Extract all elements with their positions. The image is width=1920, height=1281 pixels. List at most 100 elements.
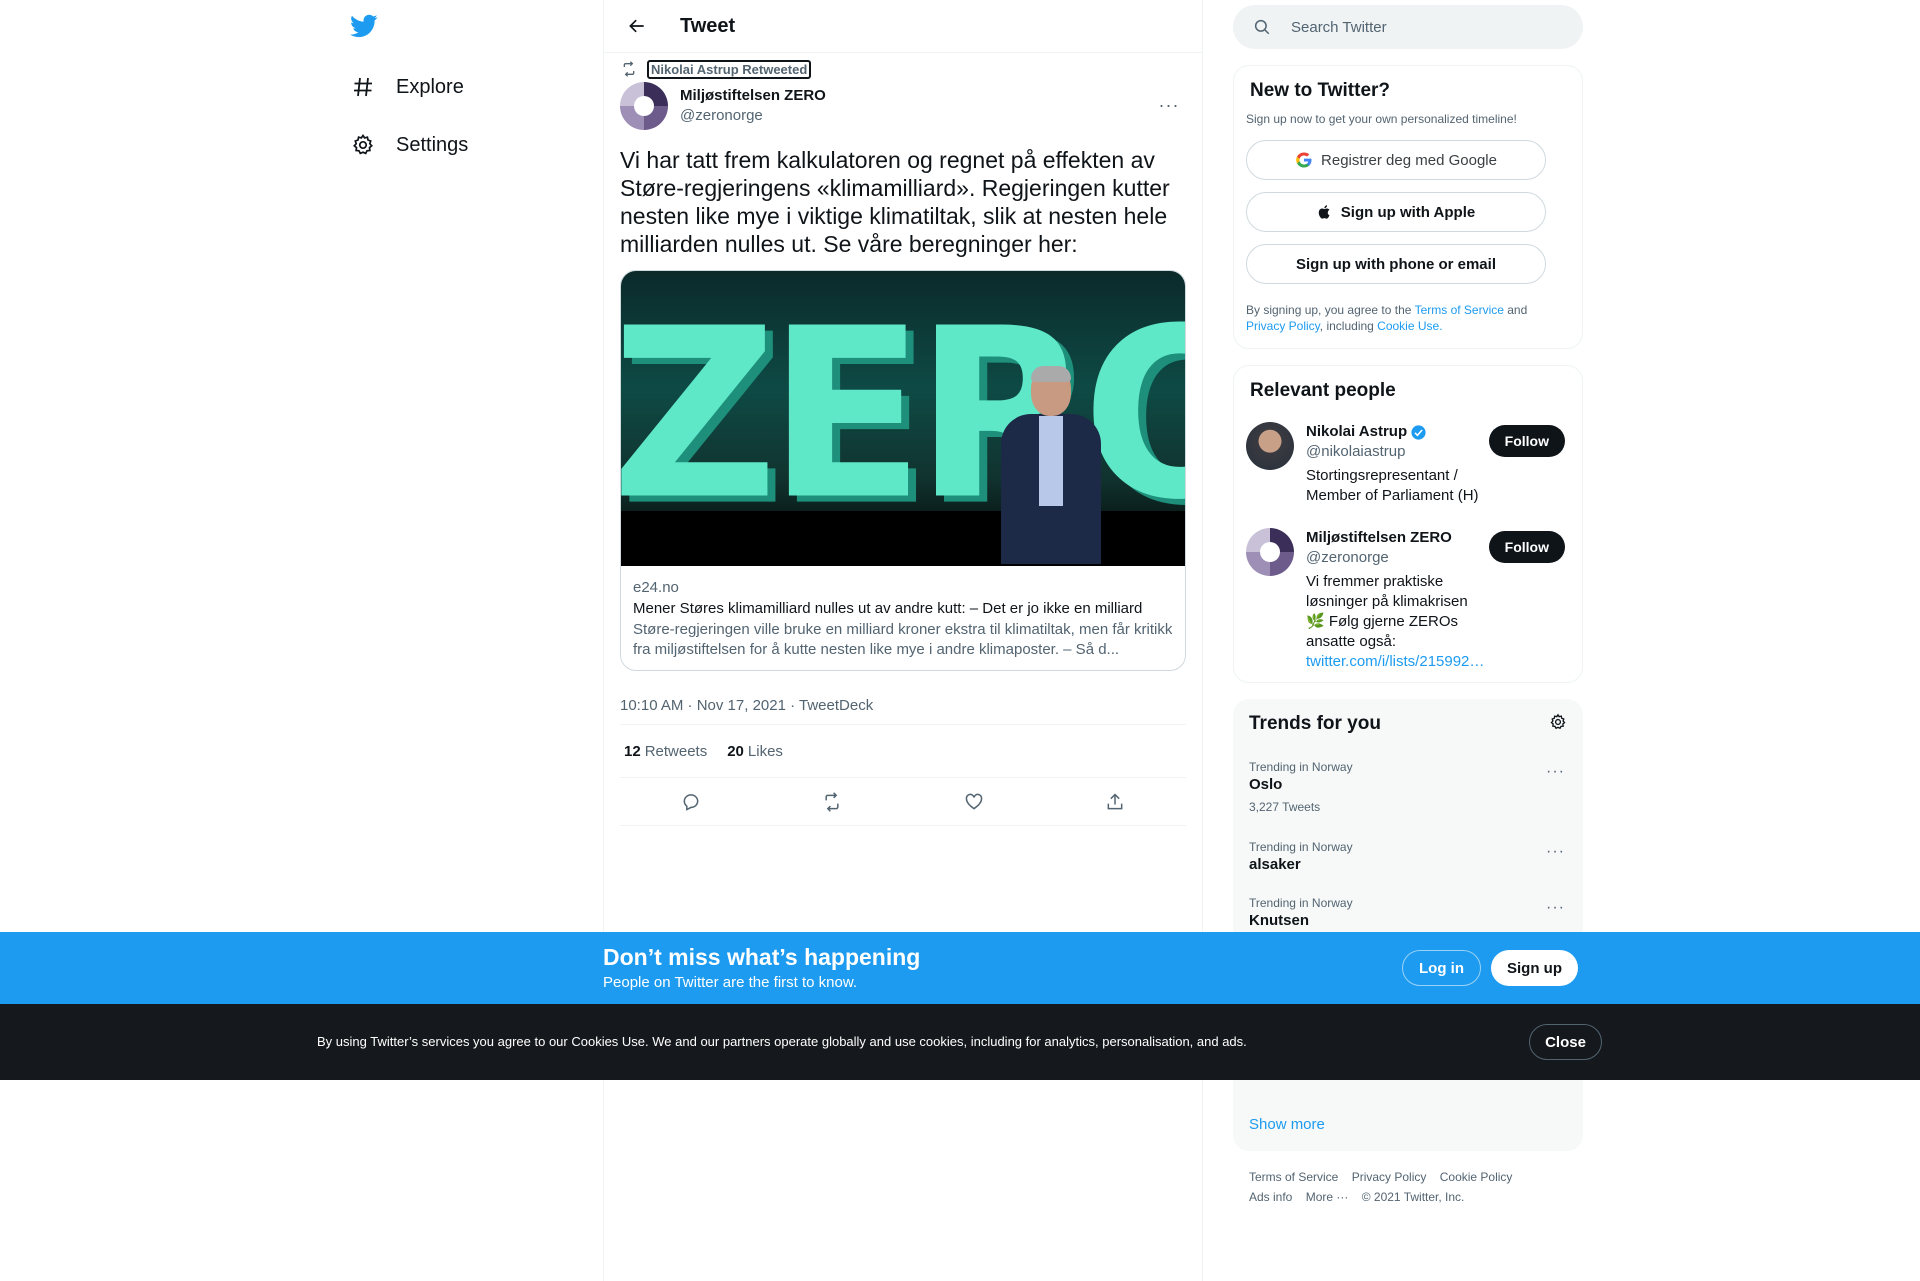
footer-more-link[interactable]: More ··· <box>1306 1190 1349 1204</box>
footer-links: Terms of Service Privacy Policy Cookie P… <box>1233 1151 1583 1207</box>
apple-icon <box>1317 203 1333 221</box>
tweet-timestamp[interactable]: 10:10 AM · Nov 17, 2021 · TweetDeck <box>620 687 1186 725</box>
tweet-actions <box>620 778 1186 826</box>
like-count[interactable]: 20 <box>727 743 744 760</box>
search-input[interactable] <box>1291 18 1531 36</box>
tweet-author: Miljøstiftelsen ZERO @zeronorge ··· <box>620 80 1186 132</box>
trend-name: Oslo <box>1249 776 1283 793</box>
author-name[interactable]: Miljøstiftelsen ZERO <box>680 86 826 106</box>
page-header: Tweet <box>604 0 1202 53</box>
card-domain: e24.no <box>633 579 679 596</box>
share-icon[interactable] <box>1097 784 1133 820</box>
trend-context: Trending in Norway <box>1249 760 1353 774</box>
main-column: Tweet Nikolai Astrup Retweeted Miljøstif… <box>603 0 1203 1281</box>
gear-icon[interactable] <box>1549 713 1567 736</box>
banner-subtitle: People on Twitter are the first to know. <box>603 974 858 991</box>
phone-email-signup-label: Sign up with phone or email <box>1295 255 1496 273</box>
more-options-icon[interactable]: ··· <box>1546 843 1565 861</box>
author-handle[interactable]: @zeronorge <box>680 106 826 126</box>
trends-panel: Trends for you Trending in Norway Oslo 3… <box>1233 699 1583 1151</box>
hashtag-icon <box>350 74 376 100</box>
footer-terms-link[interactable]: Terms of Service <box>1249 1170 1338 1184</box>
terms-including-text: , including <box>1319 319 1378 333</box>
person-handle[interactable]: @zeronorge <box>1306 548 1481 568</box>
show-more-link[interactable]: Show more <box>1249 1116 1325 1133</box>
trend-name: Knutsen <box>1249 912 1309 929</box>
phone-email-signup-button[interactable]: Sign up with phone or email <box>1246 244 1546 284</box>
reply-icon[interactable] <box>673 784 709 820</box>
nav-explore-label: Explore <box>396 75 464 98</box>
terms-and-text: and <box>1503 303 1528 317</box>
terms-text: By signing up, you agree to the <box>1246 303 1415 317</box>
retweet-icon <box>621 61 637 77</box>
trend-item[interactable]: Trending in Norway Oslo 3,227 Tweets ··· <box>1233 749 1583 825</box>
nav-settings-label: Settings <box>396 133 469 156</box>
person-bio-text: Vi fremmer praktiske løsninger på klimak… <box>1306 573 1468 650</box>
signup-button[interactable]: Sign up <box>1491 950 1578 986</box>
avatar[interactable] <box>1246 422 1294 470</box>
tweet: Nikolai Astrup Retweeted Miljøstiftelsen… <box>604 58 1202 826</box>
person-handle[interactable]: @nikolaiastrup <box>1306 442 1481 462</box>
google-icon <box>1295 151 1313 169</box>
person-name[interactable]: Miljøstiftelsen ZERO <box>1306 528 1481 548</box>
cookie-text: By using Twitter’s services you agree to… <box>317 1034 1247 1049</box>
like-label[interactable]: Likes <box>748 743 783 760</box>
trend-item[interactable]: Trending in Norway alsaker ··· <box>1233 825 1583 885</box>
trend-count: 3,227 Tweets <box>1249 800 1321 814</box>
relevant-people-title: Relevant people <box>1250 380 1396 401</box>
trends-title: Trends for you <box>1249 713 1381 734</box>
person-bio: Vi fremmer praktiske løsninger på klimak… <box>1306 572 1484 672</box>
follow-button[interactable]: Follow <box>1488 531 1565 563</box>
login-button[interactable]: Log in <box>1402 950 1481 986</box>
card-meta: e24.no Mener Støres klimamilliard nulles… <box>621 566 1185 670</box>
terms-of-service-link[interactable]: Terms of Service <box>1415 303 1504 317</box>
search-box[interactable] <box>1233 5 1583 49</box>
google-signup-button[interactable]: Registrer deg med Google <box>1246 140 1546 180</box>
nav-explore[interactable]: Explore <box>350 65 464 109</box>
cookie-bar: By using Twitter’s services you agree to… <box>0 1004 1920 1080</box>
speaker-figure <box>991 366 1101 566</box>
banner-title: Don’t miss what’s happening <box>603 944 921 970</box>
close-button[interactable]: Close <box>1529 1024 1602 1060</box>
back-arrow-icon[interactable] <box>620 9 654 43</box>
person-item[interactable]: Miljøstiftelsen ZERO @zeronorge Vi fremm… <box>1246 528 1570 672</box>
verified-badge-icon <box>1410 424 1427 441</box>
apple-signup-label: Sign up with Apple <box>1340 203 1476 221</box>
more-options-icon[interactable]: ··· <box>1154 90 1184 120</box>
trends-header: Trends for you <box>1233 699 1583 749</box>
retweet-label[interactable]: Retweets <box>645 743 708 760</box>
relevant-people-panel: Relevant people Nikolai Astrup @nikolaia… <box>1233 365 1583 683</box>
twitter-bird-icon[interactable] <box>350 12 380 42</box>
cookie-use-link[interactable]: Cookie Use. <box>1377 319 1442 333</box>
retweet-button-icon[interactable] <box>814 784 850 820</box>
trend-name: alsaker <box>1249 856 1301 873</box>
retweet-count[interactable]: 12 <box>624 743 641 760</box>
nav-settings[interactable]: Settings <box>350 123 468 167</box>
footer-ads-link[interactable]: Ads info <box>1249 1190 1292 1204</box>
card-description: Støre-regjeringen ville bruke en milliar… <box>633 621 1173 658</box>
trend-context: Trending in Norway <box>1249 896 1353 910</box>
link-card[interactable]: ZERO e24.no Mener Støres klimamilliard n… <box>620 270 1186 671</box>
retweet-indicator: Nikolai Astrup Retweeted <box>620 58 1186 80</box>
avatar[interactable] <box>620 82 668 130</box>
footer-cookie-link[interactable]: Cookie Policy <box>1440 1170 1513 1184</box>
person-bio-link[interactable]: twitter.com/i/lists/215992… <box>1306 653 1484 670</box>
page-title: Tweet <box>680 14 736 37</box>
retweeted-by-link[interactable]: Nikolai Astrup Retweeted <box>647 59 812 79</box>
person-item[interactable]: Nikolai Astrup @nikolaiastrup Stortingsr… <box>1246 422 1570 506</box>
card-image: ZERO <box>621 271 1185 566</box>
person-name[interactable]: Nikolai Astrup <box>1306 422 1481 442</box>
more-options-icon[interactable]: ··· <box>1546 763 1565 781</box>
footer-privacy-link[interactable]: Privacy Policy <box>1352 1170 1427 1184</box>
like-icon[interactable] <box>956 784 992 820</box>
new-to-twitter-subtitle: Sign up now to get your own personalized… <box>1246 112 1517 126</box>
trend-context: Trending in Norway <box>1249 840 1353 854</box>
privacy-policy-link[interactable]: Privacy Policy <box>1246 319 1320 333</box>
signup-terms: By signing up, you agree to the Terms of… <box>1246 302 1570 334</box>
apple-signup-button[interactable]: Sign up with Apple <box>1246 192 1546 232</box>
person-name-text: Nikolai Astrup <box>1306 423 1408 440</box>
more-options-icon[interactable]: ··· <box>1546 899 1565 917</box>
follow-button[interactable]: Follow <box>1488 425 1565 457</box>
avatar[interactable] <box>1246 528 1294 576</box>
tweet-stats: 12 Retweets 20 Likes <box>620 725 1186 778</box>
